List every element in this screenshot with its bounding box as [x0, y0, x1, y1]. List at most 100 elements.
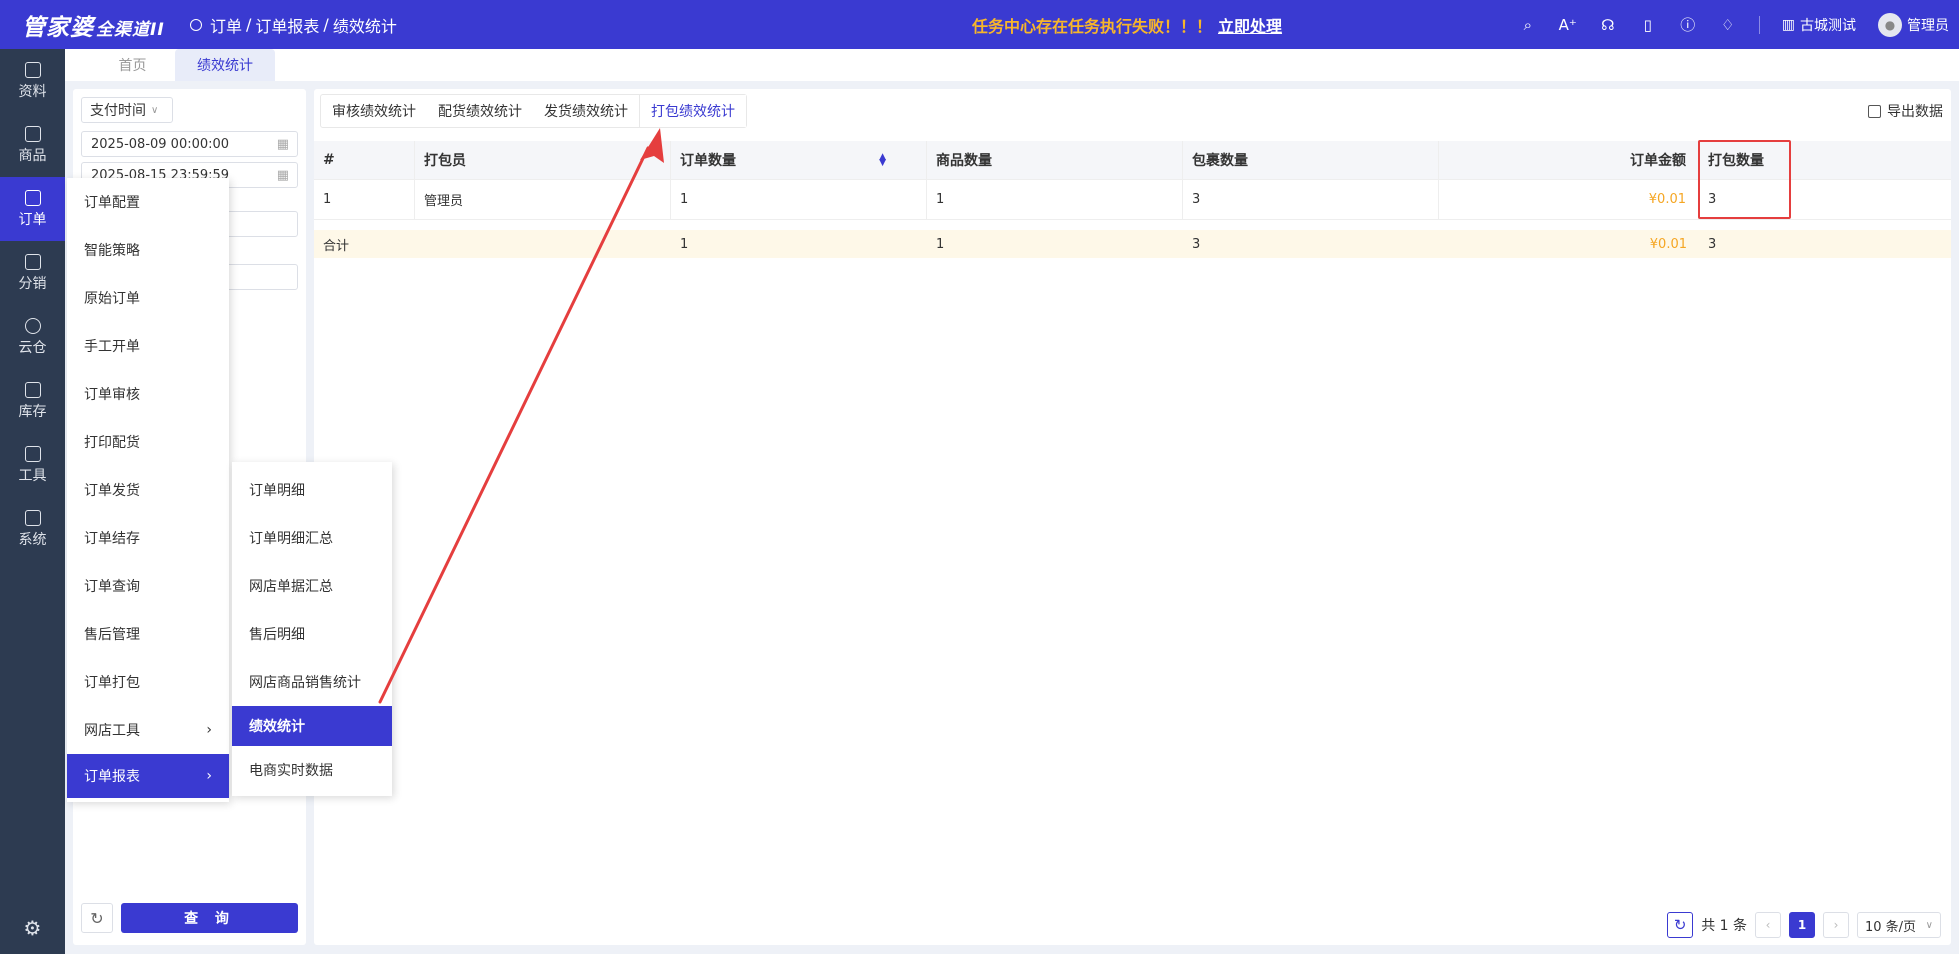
sidebar-item-data[interactable]: 资料	[0, 49, 65, 113]
breadcrumb: 订单 / 订单报表 / 绩效统计	[190, 13, 397, 37]
cell: 3	[1183, 180, 1439, 219]
top-bar: 管家婆 全渠道II 订单 / 订单报表 / 绩效统计 任务中心存在任务执行失败！！…	[0, 0, 1959, 49]
total-count: 共 1 条	[1701, 918, 1747, 934]
book-icon[interactable]: ▯	[1639, 16, 1657, 34]
cell: ¥0.01	[1649, 236, 1687, 252]
submenu-item[interactable]: 网店单据汇总	[232, 562, 392, 610]
bell-icon[interactable]: ♢	[1719, 16, 1737, 34]
shop-switcher[interactable]: ▥ 古城测试	[1782, 15, 1856, 35]
avatar: ●	[1878, 12, 1902, 37]
tab-home[interactable]: 首页	[90, 49, 175, 81]
menu-item[interactable]: 订单配置	[67, 178, 229, 226]
logo: 管家婆 全渠道II	[22, 14, 165, 41]
monitor-icon	[24, 509, 41, 526]
start-date-input[interactable]: 2025-08-09 00:00:00 ▦	[81, 131, 298, 157]
col-goods-count: 商品数量	[927, 141, 1183, 179]
tab-shipping-stats[interactable]: 发货绩效统计	[533, 95, 639, 127]
sidebar-item-distribution[interactable]: 分销	[0, 241, 65, 305]
menu-item[interactable]: 订单打包	[67, 658, 229, 706]
submenu-item[interactable]: 售后明细	[232, 610, 392, 658]
layers-icon	[24, 61, 41, 78]
tab-audit-stats[interactable]: 审核绩效统计	[321, 95, 427, 127]
menu-item[interactable]: 售后管理	[67, 610, 229, 658]
chevron-right-icon: ›	[206, 722, 212, 738]
menu-item[interactable]: 手工开单	[67, 322, 229, 370]
query-button[interactable]: 查 询	[121, 903, 298, 933]
reset-button[interactable]: ↻	[81, 903, 113, 933]
alert-action-link[interactable]: 立即处理	[1218, 17, 1282, 36]
page-tabs: 首页 绩效统计	[65, 49, 1959, 81]
cell: 管理员	[415, 180, 671, 219]
order-menu: 订单配置 智能策略 原始订单 手工开单 订单审核 打印配货 订单发货 订单结存 …	[67, 178, 229, 802]
tab-packing-stats[interactable]: 打包绩效统计	[639, 95, 746, 127]
submenu-item[interactable]: 电商实时数据	[232, 746, 392, 794]
page-size-select[interactable]: 10 条/页 ∨	[1857, 912, 1941, 938]
pagination: ↻ 共 1 条 ‹ 1 › 10 条/页 ∨	[1667, 912, 1941, 938]
cell	[415, 230, 671, 258]
prev-page-button[interactable]: ‹	[1755, 912, 1781, 938]
shop-select[interactable]	[223, 264, 298, 290]
report-submenu: 订单明细 订单明细汇总 网店单据汇总 售后明细 网店商品销售统计 绩效统计 电商…	[232, 462, 392, 796]
sidebar-item-cloud[interactable]: 云仓	[0, 305, 65, 369]
gear-icon[interactable]: ⚙	[0, 908, 65, 948]
sidebar-item-tools[interactable]: 工具	[0, 433, 65, 497]
col-order-amount: 订单金额	[1439, 141, 1699, 179]
headset-icon[interactable]: ☊	[1599, 16, 1617, 34]
submenu-item[interactable]: 网店商品销售统计	[232, 658, 392, 706]
menu-item[interactable]: 订单查询	[67, 562, 229, 610]
search-icon[interactable]: ⌕	[1519, 16, 1537, 34]
tab-performance[interactable]: 绩效统计	[175, 49, 275, 81]
building-icon: ▥	[1781, 16, 1795, 33]
chevron-down-icon: ∨	[1925, 919, 1933, 931]
sidebar: 资料 商品 订单 分销 云仓 库存 工具 系统 ⚙	[0, 49, 65, 954]
menu-item[interactable]: 打印配货	[67, 418, 229, 466]
refresh-icon: ↻	[1673, 916, 1687, 934]
submenu-item[interactable]: 订单明细	[232, 466, 392, 514]
summary-row: 合计 1 1 3 ¥0.01 3	[314, 230, 1951, 258]
menu-item-order-reports[interactable]: 订单报表 ›	[67, 754, 229, 798]
next-page-button[interactable]: ›	[1823, 912, 1849, 938]
help-icon[interactable]: ⓘ	[1679, 16, 1697, 34]
user-menu[interactable]: ● 管理员	[1878, 12, 1949, 37]
cell: 合计	[323, 238, 350, 254]
filter-select[interactable]	[223, 211, 298, 237]
breadcrumb-item[interactable]: 订单	[210, 13, 242, 37]
page-button[interactable]: 1	[1789, 912, 1815, 938]
cell: 1	[936, 236, 945, 252]
refresh-button[interactable]: ↻	[1667, 912, 1694, 938]
toolbox-icon	[24, 445, 41, 462]
menu-item-shop-tools[interactable]: 网店工具 ›	[67, 706, 229, 754]
cloud-icon	[24, 317, 41, 334]
cell: 1	[671, 180, 927, 219]
chevron-down-icon: ∨	[151, 104, 159, 116]
time-type-select[interactable]: 支付时间 ∨	[81, 97, 173, 123]
sidebar-item-goods[interactable]: 商品	[0, 113, 65, 177]
export-icon	[1868, 104, 1881, 118]
menu-item[interactable]: 订单发货	[67, 466, 229, 514]
menu-item[interactable]: 智能策略	[67, 226, 229, 274]
sub-tabs: 审核绩效统计 配货绩效统计 发货绩效统计 打包绩效统计	[320, 94, 747, 128]
location-icon	[190, 18, 202, 31]
menu-item[interactable]: 订单结存	[67, 514, 229, 562]
network-icon	[24, 253, 41, 270]
sidebar-item-stock[interactable]: 库存	[0, 369, 65, 433]
sidebar-item-orders[interactable]: 订单	[0, 177, 65, 241]
document-icon	[24, 189, 41, 206]
task-alert: 任务中心存在任务执行失败！！！ 立即处理	[972, 13, 1282, 37]
submenu-item[interactable]: 订单明细汇总	[232, 514, 392, 562]
chevron-right-icon: ›	[206, 768, 212, 784]
submenu-item-performance[interactable]: 绩效统计	[232, 706, 392, 746]
tab-picking-stats[interactable]: 配货绩效统计	[427, 95, 533, 127]
top-icons: ⌕ A⁺ ☊ ▯ ⓘ ♢ ▥ 古城测试 ● 管理员	[1519, 0, 1949, 49]
col-order-count[interactable]: 订单数量 ▲ ▼	[671, 141, 927, 179]
cell: 1	[314, 180, 415, 219]
sort-icon[interactable]: ▲ ▼	[879, 153, 886, 168]
menu-item[interactable]: 订单审核	[67, 370, 229, 418]
ai-icon[interactable]: A⁺	[1559, 16, 1577, 34]
alert-text: 任务中心存在任务执行失败！！！	[972, 17, 1213, 36]
export-button[interactable]: 导出数据	[1868, 101, 1943, 121]
sidebar-item-system[interactable]: 系统	[0, 497, 65, 561]
cell: 3	[1708, 236, 1717, 252]
menu-item[interactable]: 原始订单	[67, 274, 229, 322]
breadcrumb-item[interactable]: 订单报表	[255, 13, 319, 37]
